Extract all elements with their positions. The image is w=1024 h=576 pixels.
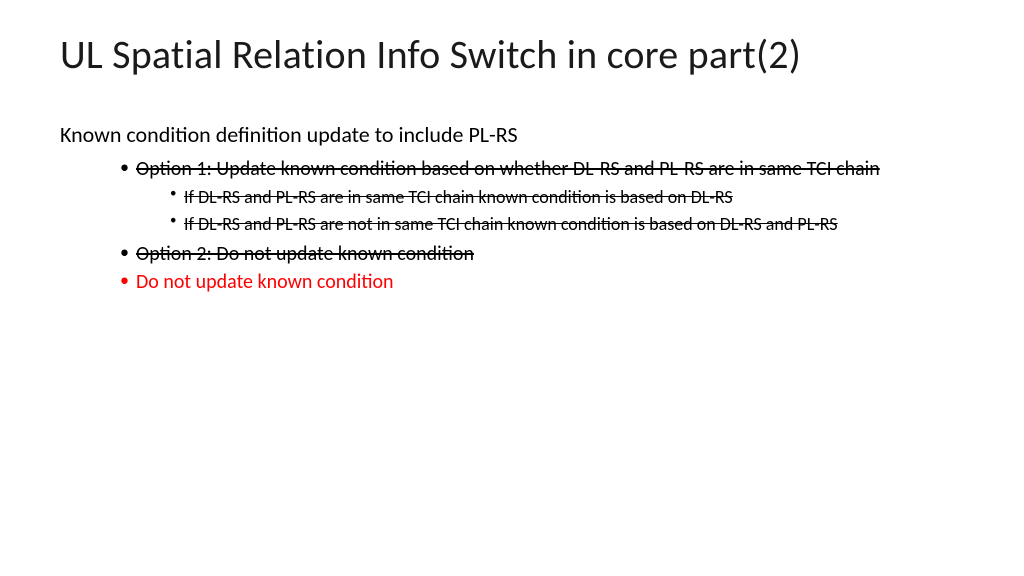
bullet-list-level1: Option 1: Update known condition based o…	[120, 156, 974, 295]
list-item: Option 1: Update known condition based o…	[120, 156, 974, 237]
option2-text: Option 2: Do not update known condition	[136, 242, 474, 266]
intro-text: Known condition definition update to inc…	[60, 121, 974, 148]
option1-text: Option 1: Update known condition based o…	[136, 157, 880, 181]
option1-sub1-text: If DL-RS and PL-RS are in same TCI chain…	[184, 186, 733, 208]
list-item: If DL-RS and PL-RS are not in same TCI c…	[170, 213, 974, 236]
conclusion-text: Do not update known condition	[136, 270, 394, 294]
list-item: Option 2: Do not update known condition	[120, 241, 974, 267]
slide-title: UL Spatial Relation Info Switch in core …	[60, 30, 974, 79]
list-item: If DL-RS and PL-RS are in same TCI chain…	[170, 186, 974, 209]
list-item: Do not update known condition	[120, 269, 974, 295]
option1-sub2-text: If DL-RS and PL-RS are not in same TCI c…	[184, 213, 838, 235]
bullet-list-level2: If DL-RS and PL-RS are in same TCI chain…	[170, 186, 974, 237]
